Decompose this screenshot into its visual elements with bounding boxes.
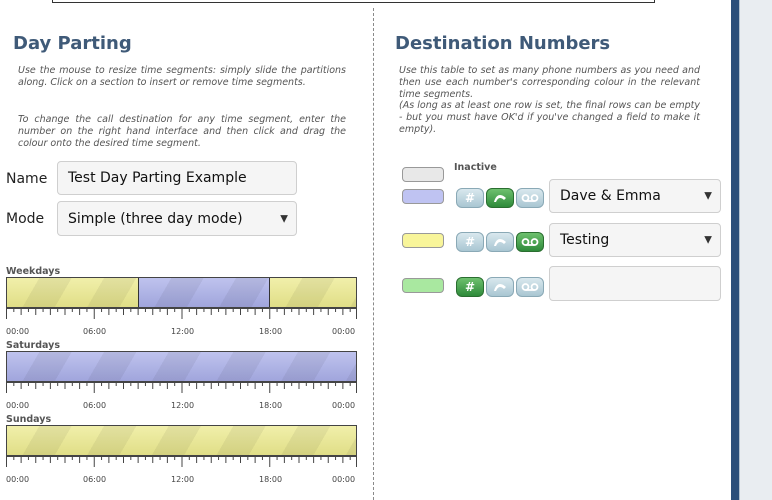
destination-swatch-2[interactable] <box>402 233 444 248</box>
name-label: Name <box>6 171 48 187</box>
sundays-label: Sundays <box>6 414 52 425</box>
voicemail-icon[interactable] <box>516 232 544 252</box>
tick-label: 00:00 <box>332 327 356 336</box>
time-segment-yellow[interactable] <box>7 278 138 307</box>
tick-label: 18:00 <box>259 327 283 336</box>
dropdown-arrow-icon: ▼ <box>704 234 712 246</box>
destination-swatch-3[interactable] <box>402 278 444 293</box>
destination-help-2: (As long as at least one row is set, the… <box>399 100 700 135</box>
tick-label: 06:00 <box>83 327 107 336</box>
name-input-value: Test Day Parting Example <box>68 170 247 186</box>
window-edge <box>731 0 739 500</box>
sundays-timeline[interactable] <box>6 425 357 456</box>
dropdown-arrow-icon: ▼ <box>704 190 712 202</box>
time-segment-yellow[interactable] <box>7 426 356 455</box>
saturdays-ruler <box>6 382 357 393</box>
destination-select-2-value: Testing <box>560 232 610 248</box>
mode-select-value: Simple (three day mode) <box>68 210 243 227</box>
tick-label: 00:00 <box>6 327 30 336</box>
tick-label: 06:00 <box>83 401 107 410</box>
column-divider <box>373 8 374 500</box>
time-segment-blue[interactable] <box>137 278 269 307</box>
number-icon[interactable]: # <box>456 277 484 297</box>
phone-icon[interactable] <box>486 277 514 297</box>
tick-label: 00:00 <box>332 401 356 410</box>
time-segment-blue[interactable] <box>7 352 356 381</box>
number-icon[interactable]: # <box>456 188 484 208</box>
top-frame <box>52 0 655 3</box>
destination-help-1: Use this table to set as many phone numb… <box>399 65 700 100</box>
destination-swatch-1[interactable] <box>402 189 444 204</box>
mode-select[interactable]: Simple (three day mode) ▼ <box>57 201 297 236</box>
destination-select-1-value: Dave & Emma <box>560 188 661 204</box>
destination-input-3[interactable] <box>549 266 721 301</box>
saturdays-timeline[interactable] <box>6 351 357 382</box>
name-input[interactable]: Test Day Parting Example <box>57 161 297 195</box>
day-parting-title: Day Parting <box>13 33 132 54</box>
phone-icon[interactable] <box>486 232 514 252</box>
day-parting-help-2: To change the call destination for any t… <box>18 114 346 149</box>
tick-label: 06:00 <box>83 475 107 484</box>
weekdays-timeline[interactable] <box>6 277 357 308</box>
weekdays-tick-labels: 00:00 06:00 12:00 18:00 00:00 <box>6 327 357 337</box>
mode-label: Mode <box>6 211 45 227</box>
tick-label: 12:00 <box>171 401 195 410</box>
number-icon[interactable]: # <box>456 232 484 252</box>
destination-numbers-title: Destination Numbers <box>395 33 611 54</box>
inactive-swatch[interactable] <box>402 167 444 182</box>
destination-select-2[interactable]: Testing ▼ <box>549 223 721 257</box>
tick-label: 00:00 <box>6 401 30 410</box>
voicemail-icon[interactable] <box>516 188 544 208</box>
saturdays-label: Saturdays <box>6 340 61 351</box>
tick-label: 12:00 <box>171 327 195 336</box>
dropdown-arrow-icon: ▼ <box>280 213 288 224</box>
side-panel <box>739 0 772 500</box>
weekdays-ruler <box>6 308 357 319</box>
tick-label: 00:00 <box>6 475 30 484</box>
voicemail-icon[interactable] <box>516 277 544 297</box>
phone-icon[interactable] <box>486 188 514 208</box>
destination-select-1[interactable]: Dave & Emma ▼ <box>549 179 721 213</box>
sundays-ruler <box>6 456 357 467</box>
tick-label: 12:00 <box>171 475 195 484</box>
day-parting-help-1: Use the mouse to resize time segments: s… <box>18 65 346 88</box>
weekdays-label: Weekdays <box>6 266 61 277</box>
saturdays-tick-labels: 00:00 06:00 12:00 18:00 00:00 <box>6 401 357 411</box>
time-segment-yellow[interactable] <box>268 278 356 307</box>
inactive-label: Inactive <box>454 162 497 173</box>
tick-label: 18:00 <box>259 401 283 410</box>
sundays-tick-labels: 00:00 06:00 12:00 18:00 00:00 <box>6 475 357 485</box>
tick-label: 00:00 <box>332 475 356 484</box>
tick-label: 18:00 <box>259 475 283 484</box>
